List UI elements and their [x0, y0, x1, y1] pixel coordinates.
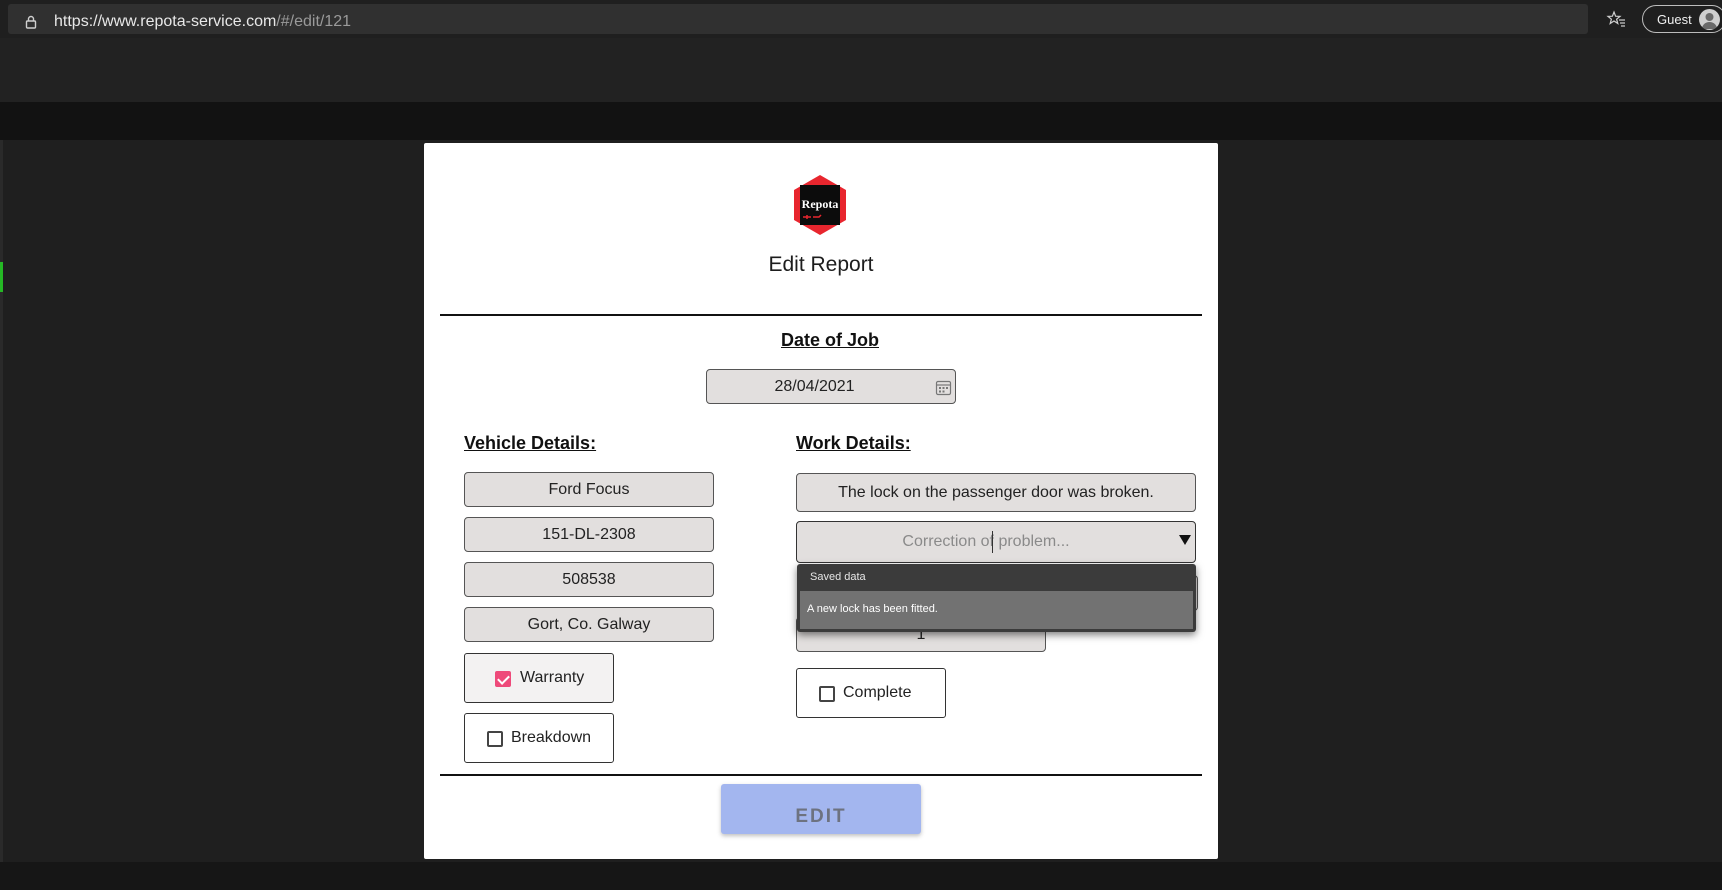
calendar-icon[interactable] — [935, 379, 952, 396]
warranty-check-icon[interactable] — [495, 671, 511, 687]
complete-check-icon[interactable] — [819, 686, 835, 702]
divider-bottom — [440, 774, 1202, 776]
make-model-input[interactable]: Ford Focus — [464, 472, 714, 507]
problem-description-input[interactable]: The lock on the passenger door was broke… — [796, 473, 1196, 512]
autofill-header: Saved data — [810, 571, 866, 583]
breakdown-label: Breakdown — [511, 729, 592, 746]
text-cursor — [992, 531, 993, 553]
profile-button[interactable]: Guest — [1642, 5, 1722, 33]
logo-text: Repota — [802, 197, 839, 211]
repota-logo: Repota — [794, 175, 846, 235]
profile-label: Guest — [1657, 12, 1692, 27]
lock-icon[interactable] — [24, 15, 38, 29]
autofill-dropdown: Saved data A new lock has been fitted. — [797, 564, 1196, 632]
left-edge-strip — [0, 140, 3, 862]
breakdown-checkbox[interactable]: Breakdown — [464, 713, 614, 763]
bottom-strip — [0, 862, 1722, 890]
url-host: https://www.repota-service.com — [54, 13, 277, 30]
work-details-heading: Work Details: — [796, 433, 911, 453]
complete-label: Complete — [843, 684, 912, 701]
location-input[interactable]: Gort, Co. Galway — [464, 607, 714, 642]
url-path: /#/edit/121 — [276, 13, 352, 30]
divider-top — [440, 314, 1202, 316]
date-of-job-input[interactable]: 28/04/2021 — [706, 369, 956, 404]
user-icon — [1702, 13, 1717, 29]
avatar — [1699, 9, 1720, 30]
edge-indicator — [0, 262, 3, 292]
warranty-checkbox[interactable]: Warranty — [464, 653, 614, 703]
warranty-label: Warranty — [520, 669, 585, 686]
correction-placeholder: Correction of problem... — [902, 533, 1070, 550]
complete-checkbox[interactable]: Complete — [796, 668, 946, 718]
edit-button[interactable]: EDIT — [721, 784, 921, 834]
app-header-strip — [0, 38, 1722, 102]
browser-address-bar: https://www.repota-service.com/#/edit/12… — [0, 0, 1722, 38]
date-of-job-heading: Date of Job — [780, 330, 879, 350]
autofill-suggestion-text: A new lock has been fitted. — [807, 603, 938, 615]
edit-report-card: Repota Edit Report Date of Job 28/04/202… — [424, 143, 1218, 859]
autofill-suggestion[interactable]: A new lock has been fitted. — [800, 591, 1193, 629]
dropdown-arrow-icon[interactable] — [1179, 535, 1191, 545]
favorites-star-icon[interactable] — [1606, 9, 1626, 29]
breakdown-check-icon[interactable] — [487, 731, 503, 747]
url-text[interactable]: https://www.repota-service.com/#/edit/12… — [54, 13, 351, 31]
vehicle-details-heading: Vehicle Details: — [464, 433, 597, 453]
app-toolbar — [0, 102, 1722, 140]
registration-input[interactable]: 151-DL-2308 — [464, 517, 714, 552]
mileage-input[interactable]: 508538 — [464, 562, 714, 597]
date-value: 28/04/2021 — [774, 378, 855, 395]
url-field[interactable]: https://www.repota-service.com/#/edit/12… — [8, 4, 1588, 34]
correction-input[interactable]: Correction of problem... — [796, 521, 1196, 563]
page-title: Edit Report — [768, 253, 874, 276]
